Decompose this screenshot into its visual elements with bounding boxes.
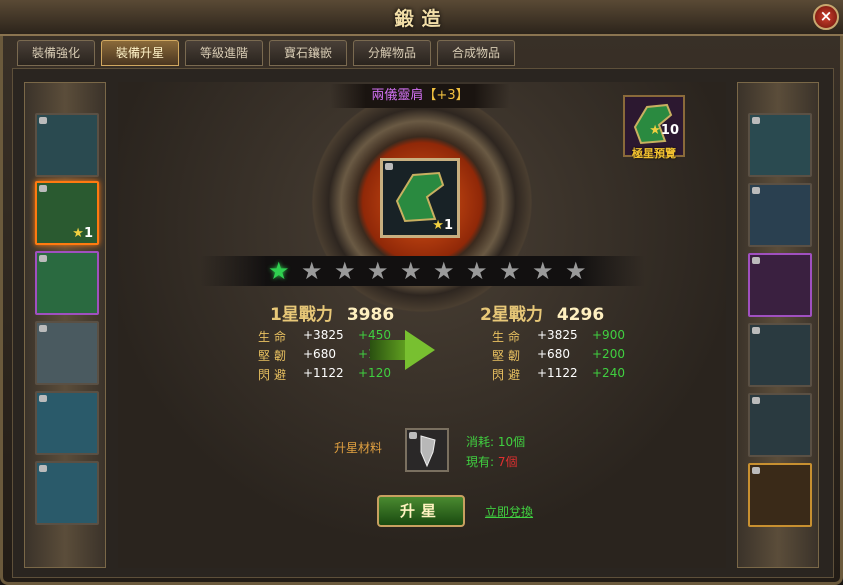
material-slot[interactable] [405,428,449,472]
item-name: 兩儀靈肩【+3】 [330,84,510,108]
equip-slot-hood[interactable] [35,113,99,177]
star-icon: ★ [499,257,521,285]
next-power: 2星戰力 4296 [480,305,605,325]
equip-slot-bracer[interactable] [748,113,812,177]
lock-icon [409,432,417,439]
star-icon: ★ [565,257,587,285]
tab-gem-inlay[interactable]: 寶石鑲嵌 [269,40,347,66]
selected-item[interactable]: ★1 [380,158,460,238]
upgrade-star-button[interactable]: 升星 [377,495,465,527]
tab-decompose[interactable]: 分解物品 [353,40,431,66]
lock-icon [39,185,47,192]
equip-slot-boots[interactable] [35,461,99,525]
arrow-right-icon [405,330,435,370]
right-equipment-column [737,82,819,568]
tab-synthesize[interactable]: 合成物品 [437,40,515,66]
lock-icon [752,117,760,124]
equip-slot-amulet[interactable] [748,253,812,317]
lock-icon [752,257,760,264]
lock-icon [39,395,47,402]
close-button[interactable]: × [813,4,839,30]
title-bar: 鍛造 × [0,0,843,36]
star-icon: ★ [334,257,356,285]
star-icon: ★ [466,257,488,285]
item-star-badge: ★1 [72,226,93,241]
tab-equip-enhance[interactable]: 裝備強化 [17,40,95,66]
star-icon: ★ [367,257,389,285]
lock-icon [385,163,393,170]
star-rating: ★ ★ ★ ★ ★ ★ ★ ★ ★ ★ [200,256,645,286]
item-star-badge: ★1 [432,218,453,233]
star-icon: ★ [268,257,290,285]
equip-slot-necklace[interactable] [748,393,812,457]
tab-level-advance[interactable]: 等級進階 [185,40,263,66]
lock-icon [39,325,47,332]
star-icon: ★ [433,257,455,285]
material-label: 升星材料 [334,441,383,455]
lock-icon [752,187,760,194]
star-icon: ★ [400,257,422,285]
star-icon: ★ [532,257,554,285]
equip-slot-weapon[interactable] [748,463,812,527]
equip-slot-shoulder[interactable]: ★1 [35,181,99,245]
upgrade-arrow-shaft [370,340,406,360]
material-consume: 消耗: 10個 [466,435,526,449]
equip-slot-pants[interactable] [35,391,99,455]
lock-icon [39,465,47,472]
equip-slot-glove[interactable] [748,183,812,247]
star-icon: ★ [301,257,323,285]
lock-icon [752,467,760,474]
left-equipment-column: ★1 [24,82,106,568]
lock-icon [752,397,760,404]
preview-label: 極星預覽 [632,147,676,160]
material-owned: 現有: 7個 [466,455,518,469]
current-power: 1星戰力 3986 [270,305,395,325]
window-title: 鍛造 [394,8,449,30]
lock-icon [39,117,47,124]
lock-icon [752,327,760,334]
equip-slot-armor[interactable] [35,251,99,315]
exchange-now-link[interactable]: 立即兌換 [485,503,533,520]
tab-equip-star-up[interactable]: 裝備升星 [101,40,179,66]
equip-slot-ring[interactable] [748,323,812,387]
equip-slot-belt[interactable] [35,321,99,385]
lock-icon [39,255,47,262]
max-star-preview-button[interactable]: ★10 極星預覽 [623,95,685,160]
